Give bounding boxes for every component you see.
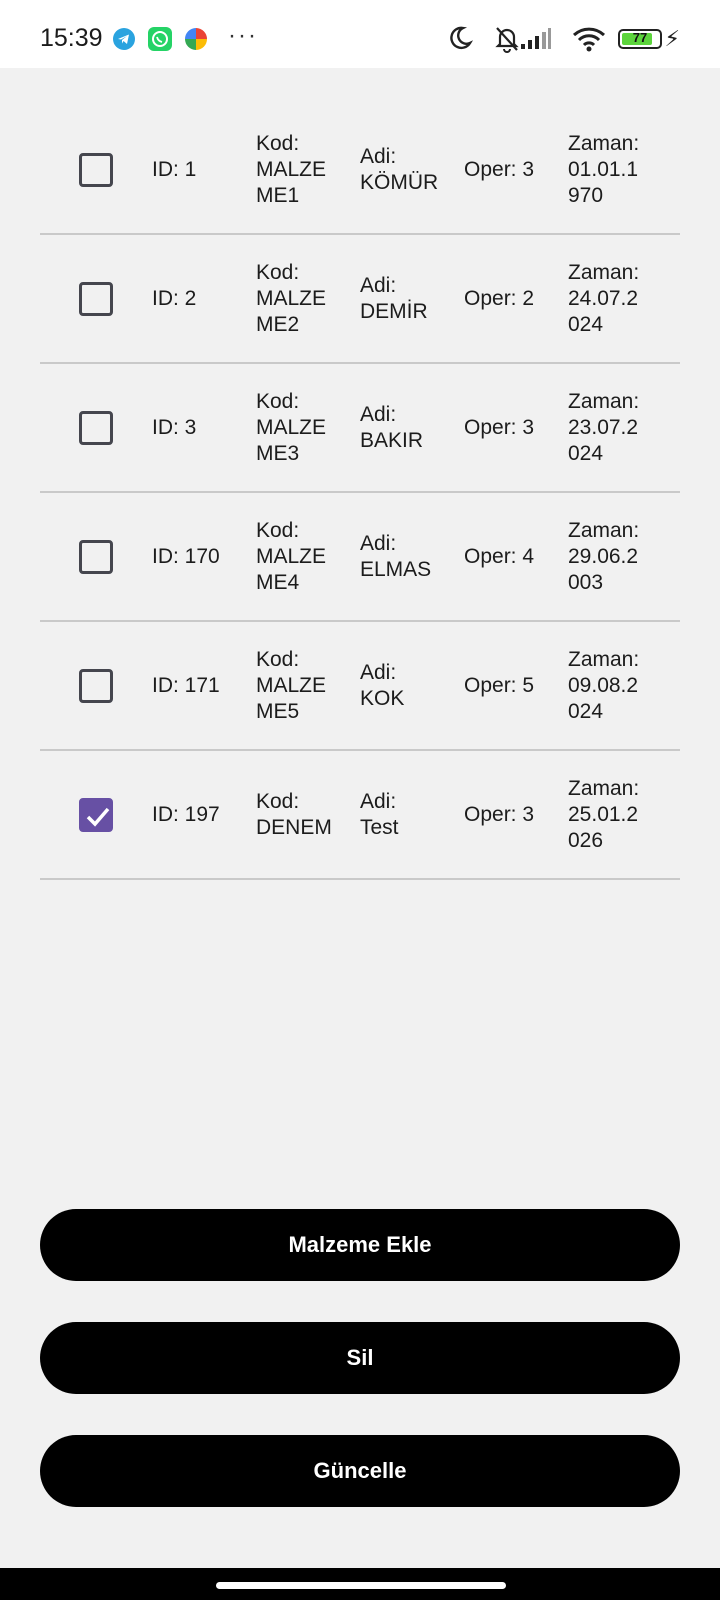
list-item[interactable]: ID: 197 Kod: DENEM Adi: Test Oper: 3 Zam… bbox=[40, 751, 680, 880]
item-adi: Adi: DEMİR bbox=[360, 273, 428, 323]
navigation-bar bbox=[0, 1568, 720, 1600]
row-checkbox[interactable] bbox=[79, 669, 113, 703]
wifi-icon bbox=[572, 26, 606, 57]
photos-icon bbox=[185, 28, 207, 50]
item-oper: Oper: 2 bbox=[464, 286, 535, 310]
item-oper: Oper: 3 bbox=[464, 157, 535, 181]
row-checkbox[interactable] bbox=[79, 282, 113, 316]
item-id: ID: 197 bbox=[152, 802, 220, 826]
item-id: ID: 1 bbox=[152, 157, 197, 181]
status-time: 15:39 bbox=[40, 24, 103, 52]
item-kod: Kod: MALZE ME1 bbox=[256, 131, 327, 207]
charging-icon: ⚡ bbox=[664, 26, 680, 51]
item-zaman: Zaman: 25.01.2 026 bbox=[568, 776, 640, 852]
signal-icon bbox=[520, 28, 552, 55]
battery-icon: 77 bbox=[618, 29, 662, 49]
item-kod: Kod: MALZE ME2 bbox=[256, 260, 327, 336]
material-list: ID: 1 Kod: MALZE ME1 Adi: KÖMÜR Oper: 3 … bbox=[40, 106, 680, 880]
item-oper: Oper: 4 bbox=[464, 544, 535, 568]
item-oper: Oper: 3 bbox=[464, 802, 535, 826]
moon-icon bbox=[446, 24, 474, 57]
check-icon bbox=[86, 807, 110, 827]
item-id: ID: 171 bbox=[152, 673, 220, 697]
update-button[interactable]: Güncelle bbox=[40, 1435, 680, 1507]
status-bar: 15:39 ··· 77 ⚡ bbox=[0, 0, 720, 68]
item-id: ID: 2 bbox=[152, 286, 197, 310]
item-zaman: Zaman: 01.01.1 970 bbox=[568, 131, 640, 207]
item-oper: Oper: 5 bbox=[464, 673, 535, 697]
whatsapp-icon bbox=[148, 27, 172, 51]
item-id: ID: 3 bbox=[152, 415, 197, 439]
item-kod: Kod: MALZE ME3 bbox=[256, 389, 327, 465]
item-kod: Kod: DENEM bbox=[256, 789, 332, 839]
item-zaman: Zaman: 29.06.2 003 bbox=[568, 518, 640, 594]
item-kod: Kod: MALZE ME4 bbox=[256, 518, 327, 594]
item-id: ID: 170 bbox=[152, 544, 220, 568]
delete-button[interactable]: Sil bbox=[40, 1322, 680, 1394]
item-zaman: Zaman: 24.07.2 024 bbox=[568, 260, 640, 336]
row-checkbox[interactable] bbox=[79, 798, 113, 832]
item-adi: Adi: ELMAS bbox=[360, 531, 432, 581]
list-item[interactable]: ID: 170 Kod: MALZE ME4 Adi: ELMAS Oper: … bbox=[40, 493, 680, 622]
row-checkbox[interactable] bbox=[79, 540, 113, 574]
item-oper: Oper: 3 bbox=[464, 415, 535, 439]
item-adi: Adi: BAKIR bbox=[360, 402, 424, 452]
list-item[interactable]: ID: 171 Kod: MALZE ME5 Adi: KOK Oper: 5 … bbox=[40, 622, 680, 751]
list-item[interactable]: ID: 3 Kod: MALZE ME3 Adi: BAKIR Oper: 3 … bbox=[40, 364, 680, 493]
home-gesture-handle[interactable] bbox=[216, 1582, 506, 1589]
item-adi: Adi: KOK bbox=[360, 660, 405, 710]
list-item[interactable]: ID: 1 Kod: MALZE ME1 Adi: KÖMÜR Oper: 3 … bbox=[40, 106, 680, 235]
telegram-icon bbox=[113, 28, 135, 50]
battery-level: 77 bbox=[632, 30, 648, 45]
item-adi: Adi: Test bbox=[360, 789, 399, 839]
item-zaman: Zaman: 23.07.2 024 bbox=[568, 389, 640, 465]
bell-off-icon bbox=[492, 24, 522, 59]
item-kod: Kod: MALZE ME5 bbox=[256, 647, 327, 723]
row-checkbox[interactable] bbox=[79, 153, 113, 187]
row-checkbox[interactable] bbox=[79, 411, 113, 445]
more-icon: ··· bbox=[228, 22, 258, 49]
add-material-button[interactable]: Malzeme Ekle bbox=[40, 1209, 680, 1281]
item-zaman: Zaman: 09.08.2 024 bbox=[568, 647, 640, 723]
item-adi: Adi: KÖMÜR bbox=[360, 144, 439, 194]
list-item[interactable]: ID: 2 Kod: MALZE ME2 Adi: DEMİR Oper: 2 … bbox=[40, 235, 680, 364]
